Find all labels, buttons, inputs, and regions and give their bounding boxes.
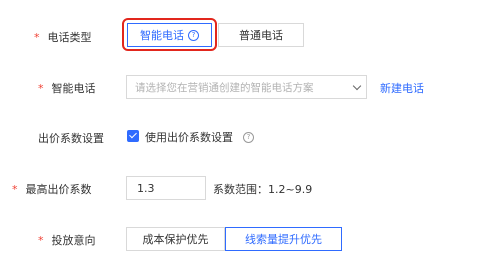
intent-label-text: 投放意向 <box>51 234 96 247</box>
max-bid-label: * 最高出价系数 <box>12 181 92 197</box>
call-type-option-normal[interactable]: 普通电话 <box>218 23 304 47</box>
question-circle-icon[interactable]: ? <box>243 131 254 143</box>
smart-call-select[interactable]: 请选择您在营销通创建的智能电话方案 <box>126 75 367 99</box>
intent-option-cost-label: 成本保护优先 <box>142 233 209 246</box>
intent-option-cost[interactable]: 成本保护优先 <box>126 227 225 251</box>
bid-coef-checkbox-label: 使用出价系数设置 <box>145 131 233 144</box>
max-bid-input[interactable]: 1.3 <box>126 176 206 200</box>
bid-coef-checkbox-label-wrap: 使用出价系数设置 ? <box>145 129 254 145</box>
call-type-option-smart[interactable]: 智能电话 ? <box>127 23 212 47</box>
call-type-label: * 电话类型 <box>34 29 92 45</box>
required-asterisk: * <box>34 30 40 44</box>
intent-label: * 投放意向 <box>38 232 96 248</box>
smart-call-placeholder: 请选择您在营销通创建的智能电话方案 <box>135 81 314 94</box>
chevron-down-icon <box>352 81 362 90</box>
required-asterisk: * <box>38 81 44 95</box>
required-asterisk: * <box>12 182 18 196</box>
bid-coef-checkbox[interactable] <box>127 130 139 142</box>
max-bid-range-text: 系数范围：1.2~9.9 <box>213 183 313 196</box>
required-asterisk: * <box>38 233 44 247</box>
smart-call-label: * 智能电话 <box>38 80 96 96</box>
intent-option-leads-label: 线索量提升优先 <box>245 233 322 246</box>
bid-coef-label: 出价系数设置 <box>38 132 104 145</box>
max-bid-label-text: 最高出价系数 <box>25 183 92 196</box>
smart-call-label-text: 智能电话 <box>51 82 96 95</box>
call-type-option-normal-label: 普通电话 <box>239 29 283 42</box>
intent-option-leads[interactable]: 线索量提升优先 <box>225 227 342 251</box>
call-type-label-text: 电话类型 <box>47 31 92 44</box>
call-type-option-smart-label: 智能电话 <box>140 29 184 42</box>
new-call-link[interactable]: 新建电话 <box>380 80 424 96</box>
question-circle-icon[interactable]: ? <box>188 29 199 41</box>
